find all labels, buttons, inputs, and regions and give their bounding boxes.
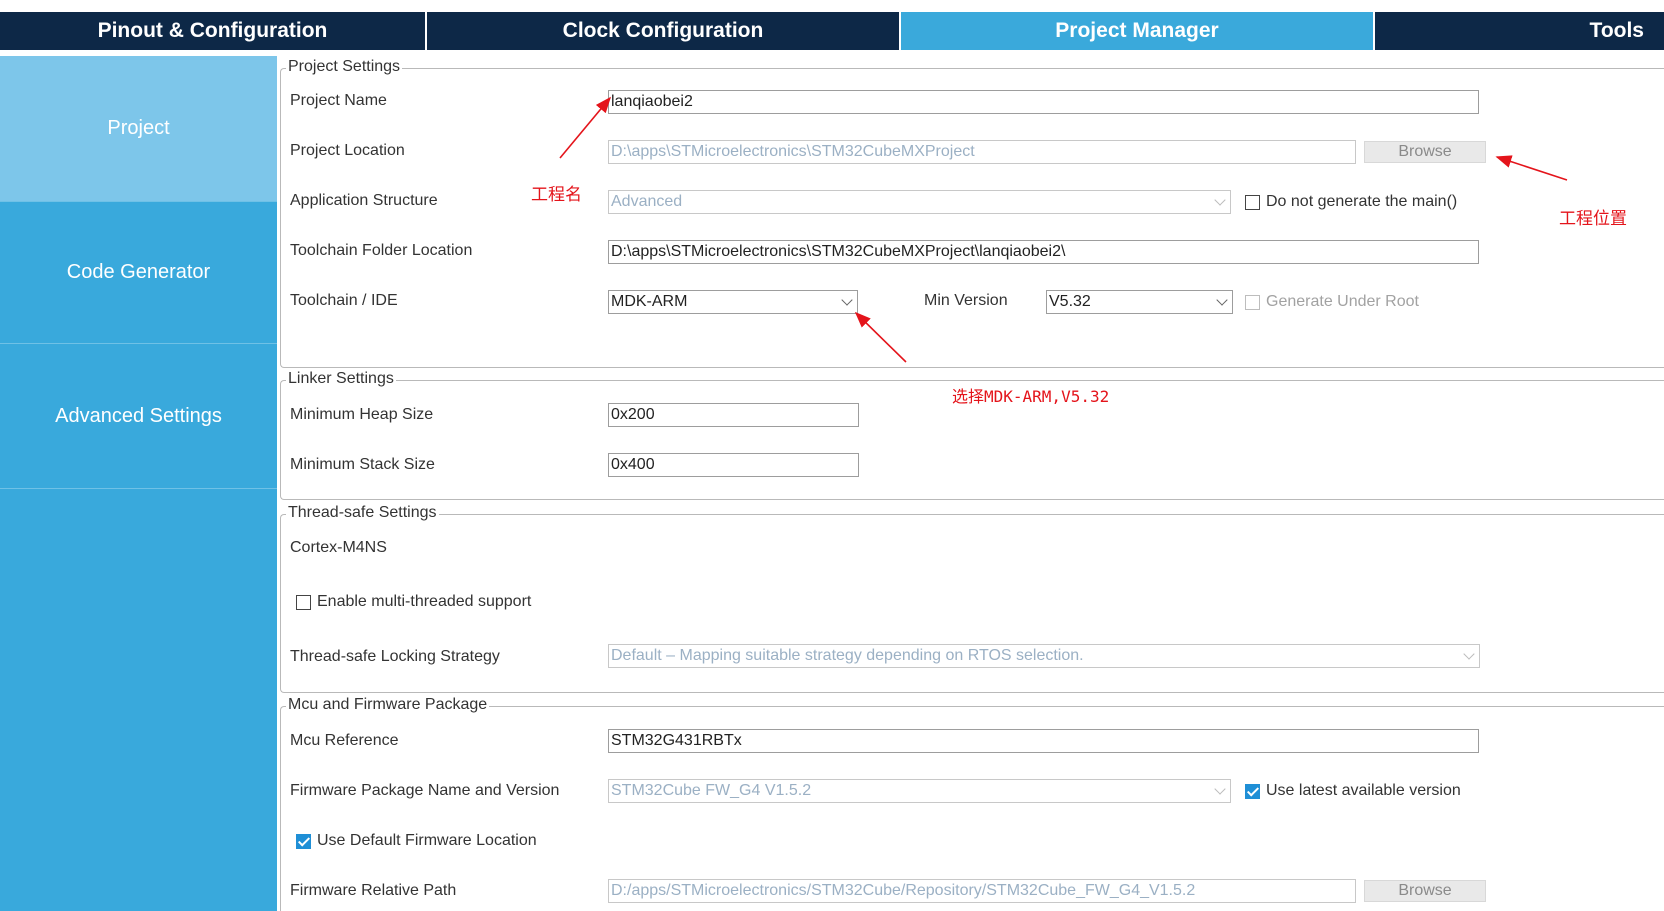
- project-location-label: Project Location: [290, 142, 405, 159]
- use-default-firmware-location-label: Use Default Firmware Location: [317, 832, 537, 849]
- toolchain-ide-select[interactable]: MDK-ARM: [608, 290, 858, 314]
- mcu-reference-input[interactable]: STM32G431RBTx: [608, 729, 1479, 753]
- use-default-firmware-location-checkbox[interactable]: Use Default Firmware Location: [296, 832, 537, 850]
- locking-strategy-label: Thread-safe Locking Strategy: [290, 648, 500, 665]
- no-main-checkbox-label: Do not generate the main(): [1266, 193, 1458, 210]
- sidebar-item-project[interactable]: Project: [0, 56, 277, 202]
- multi-thread-checkbox[interactable]: Enable multi-threaded support: [296, 593, 531, 611]
- tab-tools[interactable]: Tools: [1375, 12, 1664, 50]
- firmware-package-select[interactable]: STM32Cube FW_G4 V1.5.2: [608, 779, 1231, 803]
- project-settings-title: Project Settings: [286, 58, 403, 76]
- sidebar: Project Code Generator Advanced Settings: [0, 56, 277, 911]
- project-location-browse-button[interactable]: Browse: [1364, 141, 1486, 163]
- toolchain-ide-label: Toolchain / IDE: [290, 292, 398, 309]
- mcu-firmware-title: Mcu and Firmware Package: [286, 696, 490, 714]
- use-latest-version-checkbox-box[interactable]: [1245, 783, 1260, 799]
- generate-under-root-label: Generate Under Root: [1266, 293, 1419, 310]
- use-latest-version-checkbox[interactable]: Use latest available version: [1245, 782, 1461, 800]
- locking-strategy-select[interactable]: Default – Mapping suitable strategy depe…: [608, 644, 1480, 668]
- annotation-toolchain: 选择MDK-ARM,V5.32: [952, 387, 1110, 406]
- project-name-input[interactable]: lanqiaobei2: [608, 90, 1479, 114]
- linker-settings-title: Linker Settings: [286, 370, 396, 388]
- thread-safe-settings-title: Thread-safe Settings: [286, 504, 439, 522]
- firmware-path-input[interactable]: D:/apps/STMicroelectronics/STM32Cube/Rep…: [608, 879, 1356, 903]
- toolchain-folder-label: Toolchain Folder Location: [290, 242, 473, 259]
- min-stack-input[interactable]: 0x400: [608, 453, 859, 477]
- use-default-firmware-location-checkbox-box[interactable]: [296, 833, 311, 849]
- min-version-label: Min Version: [924, 292, 1008, 309]
- application-structure-label: Application Structure: [290, 192, 438, 209]
- top-tab-bar: Pinout & Configuration Clock Configurati…: [0, 0, 1664, 50]
- generate-under-root-checkbox-box[interactable]: [1245, 294, 1260, 310]
- generate-under-root-checkbox[interactable]: Generate Under Root: [1245, 293, 1419, 311]
- project-name-label: Project Name: [290, 92, 387, 109]
- multi-thread-checkbox-label: Enable multi-threaded support: [317, 593, 532, 610]
- no-main-checkbox-box[interactable]: [1245, 194, 1260, 210]
- mcu-reference-label: Mcu Reference: [290, 732, 399, 749]
- application-structure-select[interactable]: Advanced: [608, 190, 1231, 214]
- use-latest-version-label: Use latest available version: [1266, 782, 1461, 799]
- multi-thread-checkbox-box[interactable]: [296, 594, 311, 610]
- firmware-path-browse-button[interactable]: Browse: [1364, 880, 1486, 902]
- min-version-select[interactable]: V5.32: [1046, 290, 1233, 314]
- annotation-project-name: 工程名: [531, 185, 582, 205]
- sidebar-item-code-generator[interactable]: Code Generator: [0, 202, 277, 344]
- tab-clock-configuration[interactable]: Clock Configuration: [427, 12, 899, 50]
- firmware-path-label: Firmware Relative Path: [290, 882, 457, 899]
- min-heap-label: Minimum Heap Size: [290, 406, 434, 423]
- annotation-project-location: 工程位置: [1559, 209, 1627, 229]
- toolchain-folder-input[interactable]: D:\apps\STMicroelectronics\STM32CubeMXPr…: [608, 240, 1479, 264]
- no-main-checkbox[interactable]: Do not generate the main(): [1245, 193, 1457, 211]
- tab-project-manager[interactable]: Project Manager: [901, 12, 1373, 50]
- tab-pinout-configuration[interactable]: Pinout & Configuration: [0, 12, 425, 50]
- firmware-package-label: Firmware Package Name and Version: [290, 782, 560, 799]
- min-stack-label: Minimum Stack Size: [290, 456, 435, 473]
- min-heap-input[interactable]: 0x200: [608, 403, 859, 427]
- project-location-input[interactable]: D:\apps\STMicroelectronics\STM32CubeMXPr…: [608, 140, 1356, 164]
- sidebar-item-advanced-settings[interactable]: Advanced Settings: [0, 344, 277, 489]
- core-label: Cortex-M4NS: [290, 539, 387, 556]
